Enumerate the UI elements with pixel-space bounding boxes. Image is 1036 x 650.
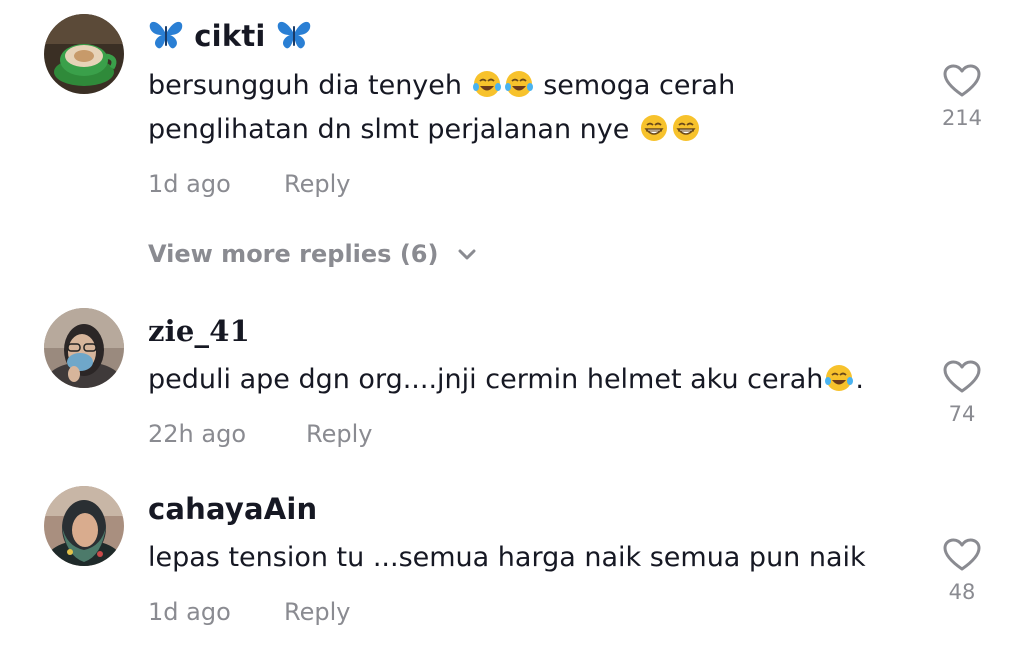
butterfly-icon (276, 18, 312, 57)
reply-button[interactable]: Reply (306, 420, 372, 448)
heart-icon[interactable] (943, 538, 981, 572)
avatar[interactable] (44, 486, 124, 566)
heart-icon[interactable] (943, 360, 981, 394)
face-with-tears-of-joy-icon (825, 365, 854, 391)
avatar[interactable] (44, 308, 124, 388)
grinning-face-icon (672, 115, 699, 141)
reply-button[interactable]: Reply (284, 170, 350, 198)
user-photo-avatar-image (44, 486, 124, 566)
comment-text-part: penglihatan dn slmt perjalanan nye (148, 114, 630, 145)
comment-text-part: semoga cerah (543, 70, 736, 101)
face-with-tears-of-joy-icon (504, 71, 533, 97)
comment-username[interactable]: cahayaAin (148, 492, 317, 526)
avatar[interactable] (44, 14, 124, 94)
grinning-face-icon (640, 115, 667, 141)
comment-meta: 1d ago Reply (148, 170, 350, 198)
like-area: 74 (930, 360, 994, 426)
like-count: 214 (941, 106, 983, 130)
user-photo-avatar-image (44, 308, 124, 388)
username-text: cikti (194, 19, 266, 53)
like-count: 74 (948, 402, 976, 426)
like-area: 214 (930, 64, 994, 130)
butterfly-icon (148, 18, 184, 57)
face-with-tears-of-joy-icon (472, 71, 501, 97)
comment-timestamp: 1d ago (148, 598, 231, 626)
comment-text-part: lepas tension tu ...semua harga naik sem… (148, 542, 866, 573)
comment-text: lepas tension tu ...semua harga naik sem… (148, 536, 866, 580)
reply-button[interactable]: Reply (284, 598, 350, 626)
comment-meta: 22h ago Reply (148, 420, 372, 448)
heart-icon[interactable] (943, 64, 981, 98)
comment-text-part: peduli ape dgn org....jnji cermin helmet… (148, 364, 824, 395)
coffee-cup-avatar-image (44, 14, 124, 94)
chevron-down-icon (458, 249, 476, 260)
view-more-replies-button[interactable]: View more replies (6) (148, 240, 477, 268)
comment-text-part: bersungguh dia tenyeh (148, 70, 463, 101)
comment-text: bersungguh dia tenyeh semoga cerah pengl… (148, 64, 735, 152)
comment-text: peduli ape dgn org....jnji cermin helmet… (148, 358, 864, 402)
comment-text-part: . (855, 364, 864, 395)
like-count: 48 (948, 580, 976, 604)
comment-meta: 1d ago Reply (148, 598, 350, 626)
comment-username[interactable]: cikti (148, 18, 312, 57)
like-area: 48 (930, 538, 994, 604)
comment-timestamp: 1d ago (148, 170, 231, 198)
comment-username[interactable]: zie_41 (148, 314, 250, 348)
view-more-replies-label: View more replies (6) (148, 240, 439, 268)
comment-timestamp: 22h ago (148, 420, 247, 448)
